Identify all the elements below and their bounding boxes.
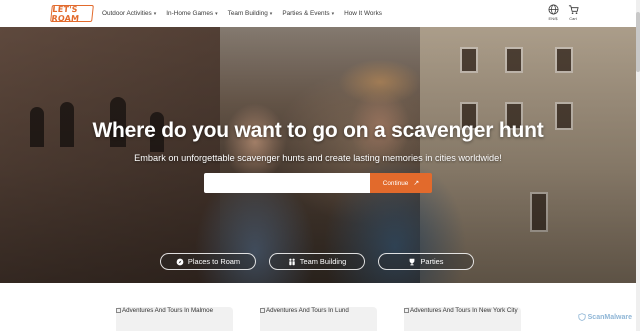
cart-button[interactable]: Cart — [566, 4, 580, 21]
pill-label: Team Building — [299, 257, 347, 266]
chevron-down-icon: ▾ — [269, 10, 273, 17]
watermark-label: ScanMalware — [587, 313, 632, 321]
destination-card[interactable]: Adventures And Tours In New York City — [404, 307, 521, 331]
parties-button[interactable]: Parties — [378, 253, 474, 270]
card-image-alt: Adventures And Tours In Malmoe — [122, 307, 214, 314]
hero-title: Where do you want to go on a scavenger h… — [92, 119, 544, 142]
trophy-icon — [410, 258, 415, 265]
card-image-alt: Adventures And Tours In Lund — [266, 307, 349, 314]
globe-icon — [548, 4, 558, 15]
card-image-alt: Adventures And Tours In New York City — [410, 307, 518, 314]
team-building-button[interactable]: Team Building — [269, 253, 365, 270]
compass-icon — [176, 258, 184, 265]
location-search: Continue ↗ — [204, 173, 432, 193]
nav-in-home-games[interactable]: In-Home Games ▾ — [166, 10, 217, 17]
people-icon — [289, 258, 295, 265]
nav-label: Team Building — [227, 10, 268, 17]
header-actions: EN/$ Cart — [546, 4, 580, 21]
nav-label: How It Works — [344, 10, 382, 17]
nav-how-it-works[interactable]: How It Works — [344, 10, 382, 17]
category-pills: Places to Roam Team Building Parties — [160, 253, 474, 270]
continue-button[interactable]: Continue ↗ — [370, 173, 432, 193]
site-header: LET'S ROAM Outdoor Activities ▾ In-Home G… — [0, 0, 636, 27]
pill-label: Parties — [420, 257, 444, 266]
destination-card[interactable]: Adventures And Tours In Lund — [260, 307, 377, 331]
destination-cards: Adventures And Tours In Malmoe Adventure… — [116, 307, 521, 331]
nav-outdoor-activities[interactable]: Outdoor Activities ▾ — [102, 10, 156, 17]
scrollbar-thumb[interactable] — [636, 12, 640, 72]
nav-team-building[interactable]: Team Building ▾ — [228, 10, 273, 17]
main-nav: Outdoor Activities ▾ In-Home Games ▾ Team … — [102, 10, 382, 17]
nav-label: Parties & Events — [282, 10, 330, 17]
broken-image-icon — [260, 308, 265, 313]
nav-label: Outdoor Activities — [102, 10, 152, 17]
arrow-up-right-icon: ↗ — [413, 180, 420, 187]
language-label: EN/$ — [548, 16, 558, 21]
chevron-down-icon: ▾ — [153, 10, 157, 17]
chevron-down-icon: ▾ — [331, 10, 335, 17]
broken-image-icon — [116, 308, 121, 313]
watermark: ScanMalware — [578, 313, 632, 321]
page: LET'S ROAM Outdoor Activities ▾ In-Home G… — [0, 0, 640, 331]
places-to-roam-button[interactable]: Places to Roam — [160, 253, 256, 270]
chevron-down-icon: ▾ — [215, 10, 218, 17]
broken-image-icon — [404, 308, 409, 313]
continue-label: Continue — [382, 179, 409, 187]
page-scrollbar[interactable] — [636, 0, 640, 331]
logo[interactable]: LET'S ROAM — [50, 5, 94, 23]
hero-subtitle: Embark on unforgettable scavenger hunts … — [134, 153, 502, 163]
cart-icon — [568, 5, 579, 14]
cart-label: Cart — [569, 16, 577, 21]
hero-section: Where do you want to go on a scavenger h… — [0, 27, 636, 283]
location-search-input[interactable] — [204, 173, 370, 193]
shield-icon — [578, 313, 586, 321]
pill-label: Places to Roam — [187, 257, 241, 266]
destination-card[interactable]: Adventures And Tours In Malmoe — [116, 307, 233, 331]
language-currency-button[interactable]: EN/$ — [546, 4, 560, 21]
nav-parties-events[interactable]: Parties & Events ▾ — [282, 10, 334, 17]
nav-label: In-Home Games — [166, 10, 214, 17]
